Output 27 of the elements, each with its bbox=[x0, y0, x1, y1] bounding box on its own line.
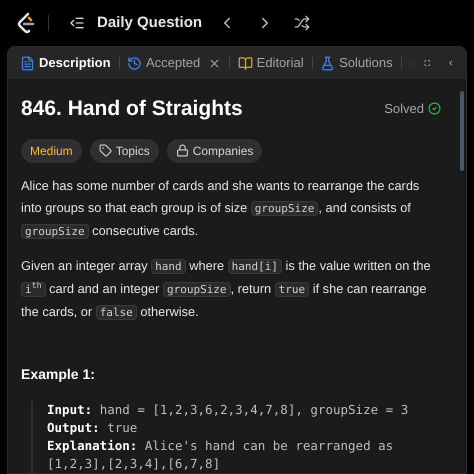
tag-chip[interactable]: Topics bbox=[90, 138, 159, 162]
tag-chip[interactable]: Companies bbox=[166, 138, 262, 162]
close-icon[interactable] bbox=[208, 56, 222, 70]
tag-chip[interactable]: Medium bbox=[21, 138, 82, 162]
tab[interactable]: Solutions bbox=[316, 53, 397, 73]
description-paragraph: Alice has some number of cards and she wants to rearrange the cards into groups so that each group is of size groupSize , and consists of groupSize consecutive cards. bbox=[21, 176, 420, 240]
tab[interactable]: Editorial bbox=[234, 53, 308, 73]
flask-icon bbox=[320, 56, 336, 70]
description-paragraph: Given an integer array hand where hand[i] is the value written on the i$^{th}$ card and an integer groupSize , return true if she can rearrange the cards, or false otherwise. bbox=[21, 256, 432, 322]
scrollbar-thumb[interactable] bbox=[460, 91, 464, 171]
example-line: Input: hand = [1,2,3,6,2,3,4,7,8], groupSize = 3 bbox=[47, 400, 410, 418]
tag-icon bbox=[98, 144, 112, 157]
history-icon bbox=[126, 56, 142, 70]
page-title[interactable]: Daily Question bbox=[97, 12, 202, 34]
problem-title: 846. Hand of Straights bbox=[21, 96, 243, 122]
lock-icon bbox=[176, 144, 189, 157]
example-line: Output: true bbox=[47, 418, 138, 436]
example-heading: Example 1: bbox=[21, 364, 96, 384]
book-icon bbox=[238, 56, 253, 70]
tab[interactable]: Accepted bbox=[122, 53, 226, 73]
tab[interactable]: Description bbox=[16, 53, 115, 73]
document-icon bbox=[20, 56, 35, 70]
logo-icon[interactable] bbox=[16, 12, 36, 34]
list-icon[interactable] bbox=[69, 15, 85, 31]
status-text: Solved bbox=[384, 100, 424, 118]
example-line: Explanation: Alice's hand can be rearranged as [1,2,3],[2,3,4],[6,7,8] bbox=[47, 436, 394, 472]
shuffle-icon[interactable] bbox=[294, 15, 310, 31]
